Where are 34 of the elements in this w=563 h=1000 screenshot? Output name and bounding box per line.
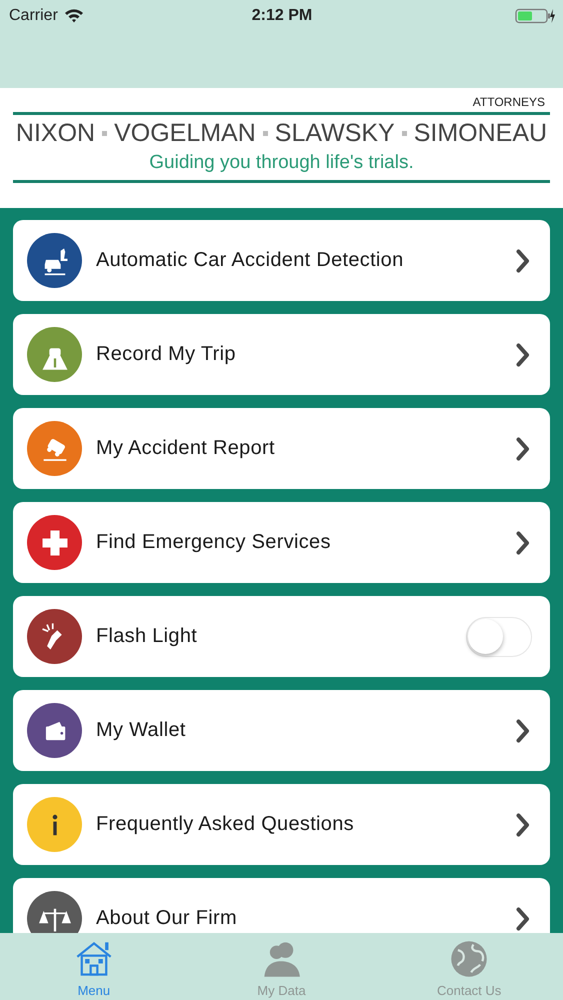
toggle-switch[interactable] <box>466 616 532 656</box>
option-row[interactable]: Flash Light <box>13 596 550 677</box>
attorneys-label: ATTORNEYS <box>472 94 546 110</box>
firm-name: SLAWSKY <box>274 118 395 148</box>
menu-item-label: My Wallet <box>96 719 187 742</box>
menu-item-label: Find Emergency Services <box>96 531 332 554</box>
chevron-icon <box>516 812 530 836</box>
battery-icon <box>515 8 555 24</box>
wifi-icon <box>64 8 84 23</box>
option-row[interactable]: Frequently Asked Questions <box>13 784 550 865</box>
chevron-icon <box>516 436 530 460</box>
chevron-icon <box>516 248 530 272</box>
tagline: Guiding you through life's trials. <box>148 151 415 175</box>
option-row[interactable]: My Wallet <box>13 690 550 771</box>
firm-name: VOGELMAN <box>114 118 256 148</box>
menu-item-label: Automatic Car Accident Detection <box>96 249 405 272</box>
option-row[interactable]: My Accident Report <box>13 408 550 489</box>
chevron-icon <box>516 718 530 742</box>
option-row[interactable]: Find Emergency Services <box>13 502 550 583</box>
chevron-icon <box>516 530 530 554</box>
menu-item-label: Flash Light <box>96 625 198 648</box>
chevron-icon <box>516 342 530 366</box>
menu-item-label: About Our Firm <box>96 907 238 930</box>
option-row[interactable]: Automatic Car Accident Detection <box>13 220 550 301</box>
option-row[interactable]: Record My Trip <box>13 314 550 395</box>
menu-item-label: Record My Trip <box>96 343 237 366</box>
chevron-icon <box>516 906 530 930</box>
firm-name: SIMONEAU <box>414 118 548 148</box>
firm-name: NIXON <box>16 118 96 148</box>
menu-item-label: My Accident Report <box>96 437 276 460</box>
status-time: 2:12 PM <box>252 6 312 24</box>
carrier-name: Carrier <box>9 6 58 24</box>
option-row[interactable]: About Our Firm <box>13 878 550 933</box>
menu-item-label: Frequently Asked Questions <box>96 813 355 836</box>
